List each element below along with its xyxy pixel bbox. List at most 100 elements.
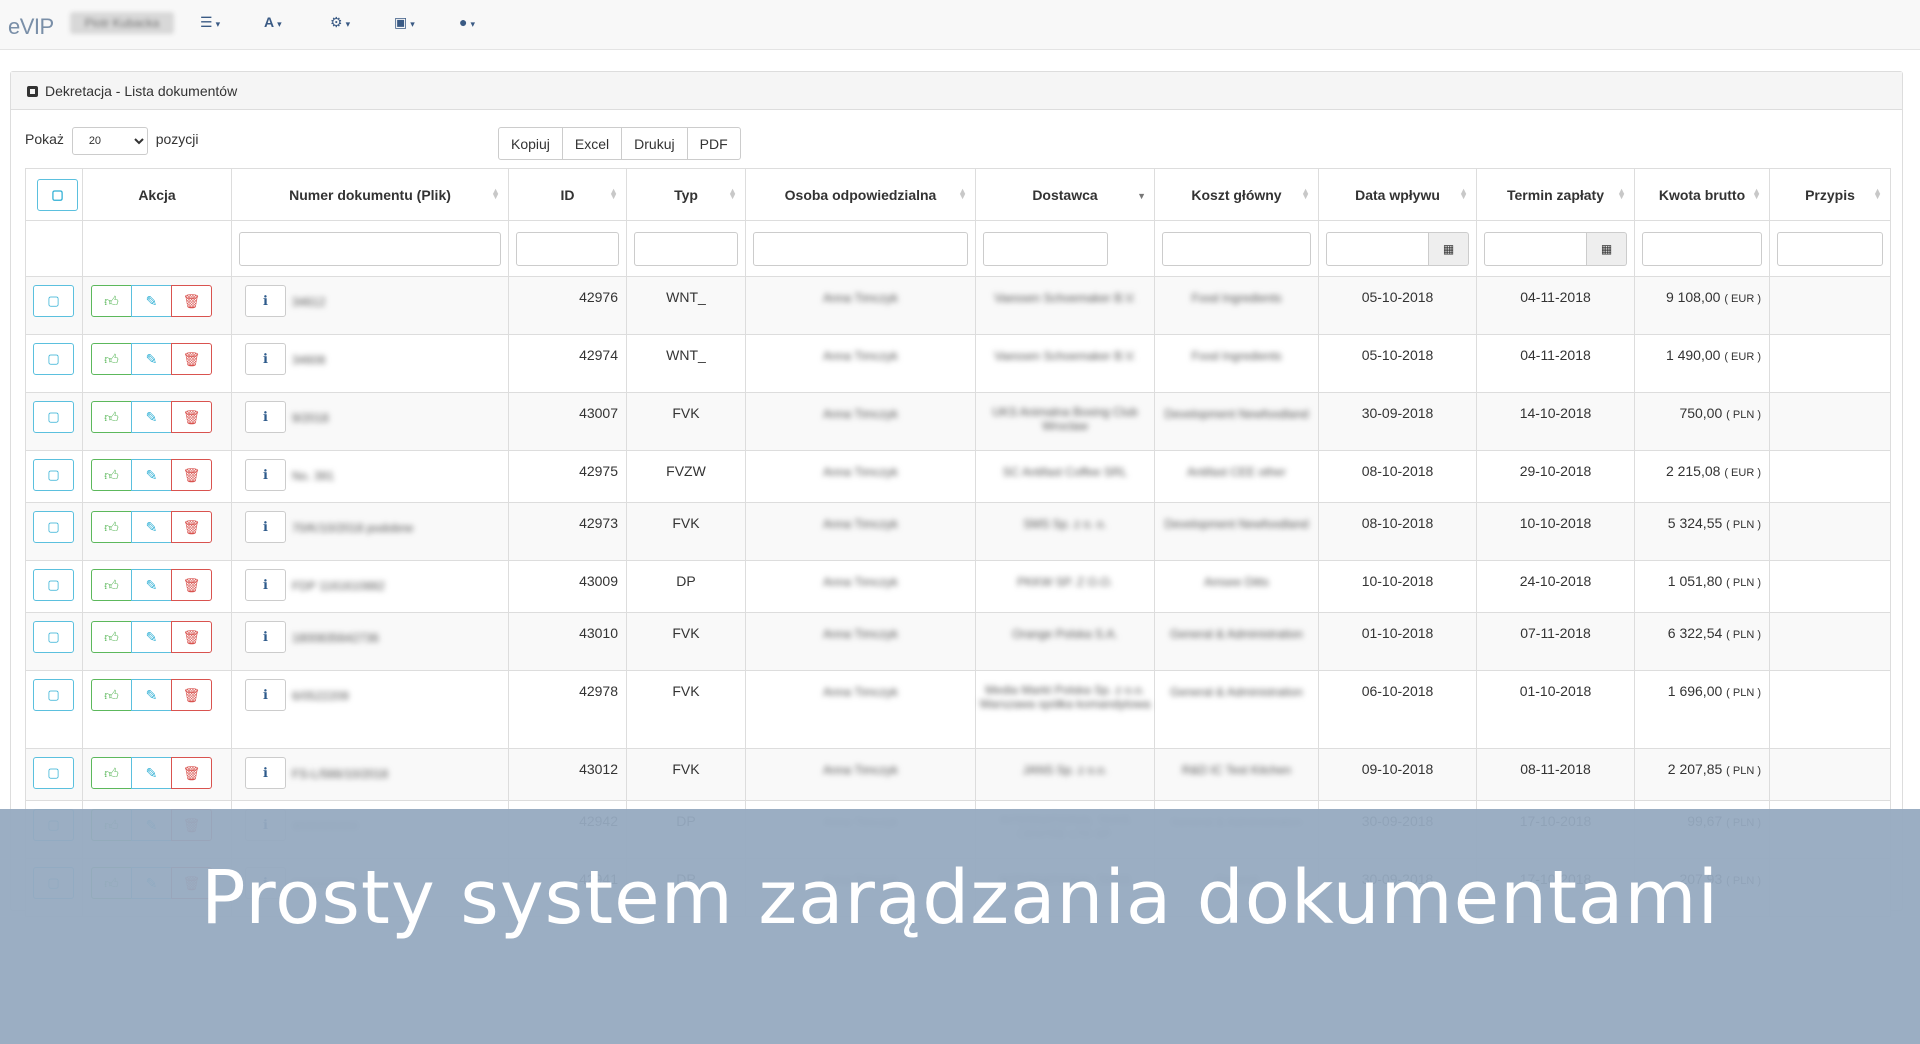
table-row[interactable]: ▢ 👍︎ ✎ 🗑︎ ℹ 34612 42976 WNT_ Anna Timczyk Vaessen…	[25, 276, 1891, 335]
calendar-icon[interactable]: ▦	[1429, 231, 1469, 266]
column-assign[interactable]: Przypis ▲ ▼	[1769, 168, 1891, 221]
table-row[interactable]: ▢ 👍︎ ✎ 🗑︎ ℹ 70/K/10/2018 podobne 42973 FVK Anna …	[25, 502, 1891, 561]
row-checkbox[interactable]: ▢	[33, 401, 74, 433]
filter-person-input[interactable]	[753, 231, 968, 266]
document-number[interactable]: 34612	[292, 295, 325, 309]
document-number[interactable]: 6/0522209	[292, 689, 349, 703]
info-button[interactable]: ℹ	[245, 343, 286, 375]
column-supplier[interactable]: Dostawca ▼	[975, 168, 1155, 221]
column-person[interactable]: Osoba odpowiedzialna ▲ ▼	[745, 168, 976, 221]
table-row[interactable]: ▢ 👍︎ ✎ 🗑︎ ℹ FS-L/566/10/2018 43012 FVK Anna Timc…	[25, 748, 1891, 801]
filter-date-in-input[interactable]	[1326, 231, 1429, 266]
document-number[interactable]: 34608	[292, 353, 325, 367]
filter-document-input[interactable]	[239, 231, 501, 266]
delete-button[interactable]: 🗑︎	[171, 621, 212, 653]
row-checkbox[interactable]: ▢	[33, 621, 74, 653]
document-number[interactable]: 1800835642736	[292, 631, 379, 645]
print-button[interactable]: Drukuj	[621, 127, 688, 160]
edit-button[interactable]: ✎	[131, 621, 172, 653]
row-checkbox[interactable]: ▢	[33, 343, 74, 375]
filter-assign-input[interactable]	[1777, 231, 1883, 266]
nav-menu-list[interactable]: ☰ ▾	[200, 14, 220, 31]
row-checkbox[interactable]: ▢	[33, 757, 74, 789]
table-row[interactable]: ▢ 👍︎ ✎ 🗑︎ ℹ No. 391 42975 FVZW Anna Timczyk SC An…	[25, 450, 1891, 503]
filter-supplier-input[interactable]	[983, 231, 1108, 266]
user-name-badge[interactable]: Piotr Kubacka	[70, 12, 174, 34]
table-row[interactable]: ▢ 👍︎ ✎ 🗑︎ ℹ 34608 42974 WNT_ Anna Timczyk Vaessen…	[25, 334, 1891, 393]
approve-button[interactable]: 👍︎	[91, 459, 132, 491]
filter-type-input[interactable]	[634, 231, 738, 266]
delete-button[interactable]: 🗑︎	[171, 511, 212, 543]
edit-button[interactable]: ✎	[131, 459, 172, 491]
gear-icon: ⚙	[330, 14, 343, 30]
info-button[interactable]: ℹ	[245, 459, 286, 491]
collapse-icon[interactable]	[27, 86, 38, 97]
calendar-icon[interactable]: ▦	[1587, 231, 1627, 266]
column-cost[interactable]: Koszt główny ▲ ▼	[1154, 168, 1319, 221]
document-number[interactable]: FDP 1161610882	[292, 579, 385, 593]
row-checkbox[interactable]: ▢	[33, 679, 74, 711]
nav-menu-language[interactable]: ▣ ▾	[394, 14, 415, 31]
delete-button[interactable]: 🗑︎	[171, 679, 212, 711]
nav-menu-settings[interactable]: ⚙ ▾	[330, 14, 350, 31]
table-row[interactable]: ▢ 👍︎ ✎ 🗑︎ ℹ 9/2018 43007 FVK Anna Timczyk UKS Ani…	[25, 392, 1891, 451]
edit-button[interactable]: ✎	[131, 343, 172, 375]
row-checkbox[interactable]: ▢	[33, 569, 74, 601]
info-button[interactable]: ℹ	[245, 401, 286, 433]
page-length-select[interactable]: 20	[71, 127, 148, 155]
edit-button[interactable]: ✎	[131, 511, 172, 543]
approve-button[interactable]: 👍︎	[91, 285, 132, 317]
edit-button[interactable]: ✎	[131, 679, 172, 711]
delete-button[interactable]: 🗑︎	[171, 285, 212, 317]
column-due-date[interactable]: Termin zapłaty ▲ ▼	[1476, 168, 1635, 221]
approve-button[interactable]: 👍︎	[91, 343, 132, 375]
select-all-checkbox[interactable]: ▢	[37, 178, 78, 211]
info-button[interactable]: ℹ	[245, 569, 286, 601]
edit-button[interactable]: ✎	[131, 285, 172, 317]
document-number[interactable]: No. 391	[292, 469, 334, 483]
approve-button[interactable]: 👍︎	[91, 679, 132, 711]
excel-button[interactable]: Excel	[561, 127, 623, 160]
approve-button[interactable]: 👍︎	[91, 757, 132, 789]
approve-button[interactable]: 👍︎	[91, 569, 132, 601]
row-checkbox[interactable]: ▢	[33, 459, 74, 491]
column-type[interactable]: Typ ▲ ▼	[626, 168, 746, 221]
column-date-in[interactable]: Data wpływu ▲ ▼	[1318, 168, 1477, 221]
document-number[interactable]: 70/K/10/2018 podobne	[292, 521, 413, 535]
delete-button[interactable]: 🗑︎	[171, 757, 212, 789]
delete-button[interactable]: 🗑︎	[171, 401, 212, 433]
info-button[interactable]: ℹ	[245, 511, 286, 543]
nav-menu-user[interactable]: ● ▾	[459, 14, 475, 30]
copy-button[interactable]: Kopiuj	[498, 127, 563, 160]
column-gross[interactable]: Kwota brutto ▲ ▼	[1634, 168, 1770, 221]
info-button[interactable]: ℹ	[245, 679, 286, 711]
edit-button[interactable]: ✎	[131, 757, 172, 789]
edit-button[interactable]: ✎	[131, 569, 172, 601]
approve-button[interactable]: 👍︎	[91, 401, 132, 433]
filter-cost-input[interactable]	[1162, 231, 1311, 266]
app-logo[interactable]: eVIP	[8, 14, 54, 40]
info-button[interactable]: ℹ	[245, 757, 286, 789]
approve-button[interactable]: 👍︎	[91, 621, 132, 653]
edit-button[interactable]: ✎	[131, 401, 172, 433]
nav-menu-font[interactable]: A ▾	[264, 14, 282, 30]
filter-due-input[interactable]	[1484, 231, 1587, 266]
row-checkbox[interactable]: ▢	[33, 285, 74, 317]
column-id[interactable]: ID ▲ ▼	[508, 168, 627, 221]
approve-button[interactable]: 👍︎	[91, 511, 132, 543]
row-checkbox[interactable]: ▢	[33, 511, 74, 543]
column-document-number[interactable]: Numer dokumentu (Plik) ▲ ▼	[231, 168, 509, 221]
delete-button[interactable]: 🗑︎	[171, 569, 212, 601]
document-number[interactable]: 9/2018	[292, 411, 329, 425]
info-button[interactable]: ℹ	[245, 621, 286, 653]
delete-button[interactable]: 🗑︎	[171, 459, 212, 491]
table-row[interactable]: ▢ 👍︎ ✎ 🗑︎ ℹ 6/0522209 42978 FVK Anna Timczyk Medi…	[25, 670, 1891, 749]
filter-id-input[interactable]	[516, 231, 619, 266]
pdf-button[interactable]: PDF	[686, 127, 741, 160]
filter-gross-input[interactable]	[1642, 231, 1762, 266]
delete-button[interactable]: 🗑︎	[171, 343, 212, 375]
document-number[interactable]: FS-L/566/10/2018	[292, 767, 388, 781]
table-row[interactable]: ▢ 👍︎ ✎ 🗑︎ ℹ 1800835642736 43010 FVK Anna Timczyk…	[25, 612, 1891, 671]
table-row[interactable]: ▢ 👍︎ ✎ 🗑︎ ℹ FDP 1161610882 43009 DP Anna Timczyk…	[25, 560, 1891, 613]
info-button[interactable]: ℹ	[245, 285, 286, 317]
